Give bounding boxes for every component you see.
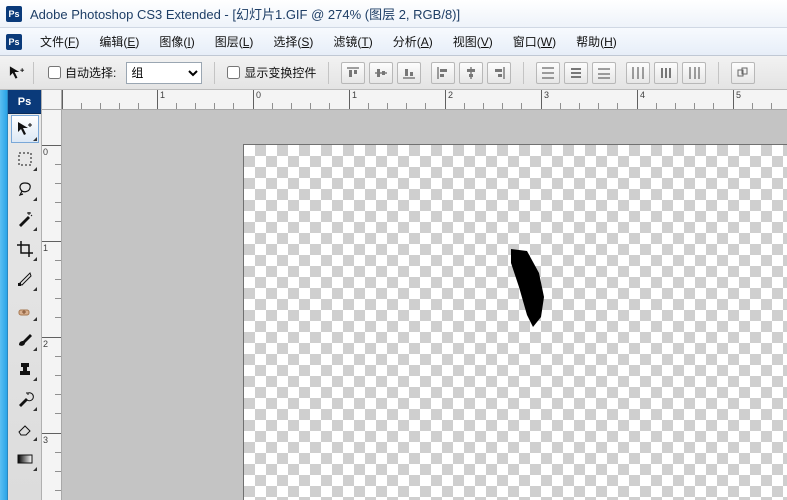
show-transform-label: 显示变换控件 — [244, 64, 316, 81]
move-tool-icon — [16, 120, 34, 138]
healing-brush-icon — [16, 300, 34, 318]
marquee-icon — [16, 150, 34, 168]
healing-brush-tool[interactable] — [11, 295, 39, 323]
separator — [523, 62, 524, 84]
align-right-button[interactable] — [487, 62, 511, 84]
eraser-icon — [16, 420, 34, 438]
current-tool-indicator[interactable] — [8, 62, 34, 84]
separator — [214, 62, 215, 84]
distribute-right-icon — [687, 66, 701, 80]
align-bottom-button[interactable] — [397, 62, 421, 84]
auto-align-button[interactable] — [731, 62, 755, 84]
canvas-area: 1012345 0123 — [42, 90, 787, 500]
auto-select-label: 自动选择: — [65, 64, 116, 81]
clone-stamp-tool[interactable] — [11, 355, 39, 383]
distribute-hcenter-button[interactable] — [654, 62, 678, 84]
history-brush-tool[interactable] — [11, 385, 39, 413]
menu-analysis[interactable]: 分析(A) — [385, 30, 441, 53]
align-vcenter-icon — [374, 66, 388, 80]
magic-wand-tool[interactable] — [11, 205, 39, 233]
history-brush-icon — [16, 390, 34, 408]
horizontal-ruler[interactable]: 1012345 — [42, 90, 787, 110]
distribute-right-button[interactable] — [682, 62, 706, 84]
align-right-icon — [492, 66, 506, 80]
distribute-group-2 — [626, 62, 706, 84]
gradient-tool[interactable] — [11, 445, 39, 473]
toolbox: Ps — [8, 90, 42, 500]
align-group-1 — [341, 62, 421, 84]
workspace: Ps — [0, 90, 787, 500]
ps-app-icon: Ps — [6, 6, 22, 22]
lasso-icon — [16, 180, 34, 198]
menu-image[interactable]: 图像(I) — [151, 30, 202, 53]
eraser-tool[interactable] — [11, 415, 39, 443]
magic-wand-icon — [16, 210, 34, 228]
toolbox-header-ps-icon: Ps — [8, 90, 41, 114]
align-hcenter-icon — [464, 66, 478, 80]
show-transform-checkbox[interactable] — [227, 66, 240, 79]
distribute-vcenter-icon — [569, 66, 583, 80]
clone-stamp-icon — [16, 360, 34, 378]
distribute-hcenter-icon — [659, 66, 673, 80]
menu-layer[interactable]: 图层(L) — [207, 30, 262, 53]
show-transform-option[interactable]: 显示变换控件 — [227, 64, 316, 81]
distribute-bottom-button[interactable] — [592, 62, 616, 84]
distribute-group-1 — [536, 62, 616, 84]
dock-collapsed[interactable] — [0, 90, 8, 500]
brush-icon — [16, 330, 34, 348]
menu-view[interactable]: 视图(V) — [445, 30, 501, 53]
distribute-left-icon — [631, 66, 645, 80]
align-group-2 — [431, 62, 511, 84]
ruler-origin-corner[interactable] — [42, 90, 62, 110]
align-vcenter-button[interactable] — [369, 62, 393, 84]
lasso-tool[interactable] — [11, 175, 39, 203]
auto-select-checkbox[interactable] — [48, 66, 61, 79]
align-top-button[interactable] — [341, 62, 365, 84]
separator — [718, 62, 719, 84]
menu-bar: Ps 文件(F) 编辑(E) 图像(I) 图层(L) 选择(S) 滤镜(T) 分… — [0, 28, 787, 56]
window-title: Adobe Photoshop CS3 Extended - [幻灯片1.GIF… — [30, 4, 460, 23]
auto-select-target-dropdown[interactable]: 组 — [126, 62, 202, 84]
menu-filter[interactable]: 滤镜(T) — [325, 30, 380, 53]
distribute-top-button[interactable] — [536, 62, 560, 84]
distribute-left-button[interactable] — [626, 62, 650, 84]
transparency-grid — [244, 145, 787, 500]
brush-tool[interactable] — [11, 325, 39, 353]
marquee-tool[interactable] — [11, 145, 39, 173]
crop-tool[interactable] — [11, 235, 39, 263]
menu-select[interactable]: 选择(S) — [265, 30, 321, 53]
menu-window[interactable]: 窗口(W) — [505, 30, 564, 53]
menu-help[interactable]: 帮助(H) — [568, 30, 625, 53]
distribute-top-icon — [541, 66, 555, 80]
vertical-ruler[interactable]: 0123 — [42, 110, 62, 500]
align-top-icon — [346, 66, 360, 80]
distribute-vcenter-button[interactable] — [564, 62, 588, 84]
title-bar: Ps Adobe Photoshop CS3 Extended - [幻灯片1.… — [0, 0, 787, 28]
gradient-icon — [16, 450, 34, 468]
align-hcenter-button[interactable] — [459, 62, 483, 84]
slice-icon — [16, 270, 34, 288]
move-tool[interactable] — [11, 115, 39, 143]
align-left-icon — [436, 66, 450, 80]
distribute-bottom-icon — [597, 66, 611, 80]
document-canvas[interactable] — [244, 145, 787, 500]
ps-menu-icon: Ps — [6, 34, 22, 50]
slice-tool[interactable] — [11, 265, 39, 293]
menu-edit[interactable]: 编辑(E) — [91, 30, 147, 53]
options-bar: 自动选择: 组 显示变换控件 — [0, 56, 787, 90]
auto-select-option[interactable]: 自动选择: — [48, 64, 116, 81]
auto-align-icon — [736, 66, 750, 80]
crop-icon — [16, 240, 34, 258]
align-bottom-icon — [402, 66, 416, 80]
move-tool-icon — [8, 64, 25, 82]
align-left-button[interactable] — [431, 62, 455, 84]
separator — [328, 62, 329, 84]
menu-file[interactable]: 文件(F) — [32, 30, 87, 53]
